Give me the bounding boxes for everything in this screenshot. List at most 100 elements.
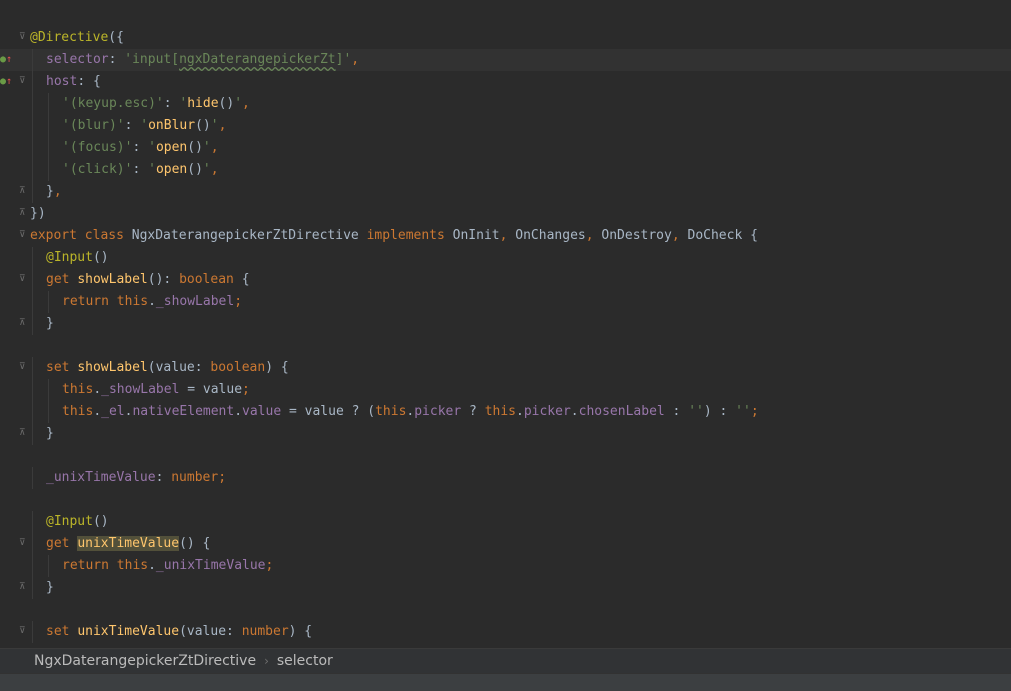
code-line[interactable]: ●↑ ⊽ host: {: [0, 71, 1011, 93]
code-text: @Input(): [46, 511, 109, 533]
code-token: return this: [62, 294, 149, 309]
code-line[interactable]: ⊼},: [0, 181, 1011, 203]
code-line[interactable]: ⊼}: [0, 423, 1011, 445]
fold-collapse-icon[interactable]: ⊽: [19, 363, 27, 372]
indent-guide: [48, 115, 49, 137]
fold-end-icon[interactable]: ⊼: [19, 583, 27, 592]
code-token: ': [148, 140, 156, 155]
code-line[interactable]: return this._unixTimeValue;: [0, 555, 1011, 577]
indent-guide: [32, 401, 33, 423]
code-token: number: [241, 624, 289, 639]
code-line[interactable]: @Input(): [0, 511, 1011, 533]
code-text: '(blur)': 'onBlur()',: [62, 115, 226, 137]
fold-end-icon[interactable]: ⊼: [19, 319, 27, 328]
code-token: :: [124, 118, 141, 133]
indent-guide: [32, 533, 33, 555]
code-line[interactable]: return this._showLabel;: [0, 291, 1011, 313]
code-text: '(keyup.esc)': 'hide()',: [62, 93, 250, 115]
code-token: this: [62, 404, 94, 419]
code-line[interactable]: '(keyup.esc)': 'hide()',: [0, 93, 1011, 115]
code-line[interactable]: [0, 599, 1011, 621]
code-line[interactable]: '(blur)': 'onBlur()',: [0, 115, 1011, 137]
code-token: selector: [46, 52, 109, 67]
code-text: _unixTimeValue: number;: [46, 467, 226, 489]
code-token: :: [132, 162, 149, 177]
indent-guide: [32, 467, 33, 489]
indent-guide: [32, 49, 33, 71]
code-token: export class: [30, 228, 132, 243]
indent-guide: [48, 555, 49, 577]
status-bar: [0, 673, 1011, 691]
implements-marker-icon[interactable]: ●↑: [0, 54, 12, 66]
fold-end-icon[interactable]: ⊼: [19, 429, 27, 438]
implements-marker-icon[interactable]: ●↑: [0, 76, 12, 88]
code-token: ': [140, 118, 149, 133]
code-line[interactable]: ●↑ selector: 'input[ngxDaterangepickerZt]…: [0, 49, 1011, 71]
code-text: }): [30, 203, 46, 225]
code-line[interactable]: ⊼}: [0, 577, 1011, 599]
fold-collapse-icon[interactable]: ⊽: [19, 275, 27, 284]
code-token: ) {: [288, 624, 313, 639]
fold-end-icon[interactable]: ⊼: [19, 209, 27, 218]
code-line[interactable]: ⊽ get unixTimeValue() {: [0, 533, 1011, 555]
code-token: this: [484, 404, 516, 419]
code-token: hide: [187, 96, 219, 111]
code-token: picker: [523, 404, 571, 419]
code-line[interactable]: ⊽ get showLabel(): boolean {: [0, 269, 1011, 291]
fold-collapse-icon[interactable]: ⊽: [19, 627, 27, 636]
code-line[interactable]: ⊼}: [0, 313, 1011, 335]
fold-collapse-icon[interactable]: ⊽: [19, 539, 27, 548]
code-token: ,: [671, 228, 688, 243]
code-token: unixTimeValue: [77, 624, 180, 639]
indent-guide: [32, 379, 33, 401]
code-line-blank[interactable]: [0, 5, 1011, 27]
code-token: (): [187, 140, 203, 155]
code-token: '(focus)': [62, 140, 133, 155]
code-token: showLabel: [77, 272, 148, 287]
breadcrumb-item-selector[interactable]: selector: [277, 649, 333, 674]
indent-guide: [32, 269, 33, 291]
code-line[interactable]: ⊼}): [0, 203, 1011, 225]
indent-guide: [32, 181, 33, 203]
indent-guide: [32, 93, 33, 115]
code-token: :: [108, 52, 125, 67]
fold-collapse-icon[interactable]: ⊽: [19, 33, 27, 42]
code-line[interactable]: [0, 445, 1011, 467]
code-line[interactable]: '(click)': 'open()',: [0, 159, 1011, 181]
breadcrumb-item-class[interactable]: NgxDaterangepickerZtDirective: [34, 649, 256, 674]
code-token: (value:: [147, 360, 211, 375]
code-token: .: [234, 404, 243, 419]
code-line[interactable]: ⊽ set unixTimeValue(value: number) {: [0, 621, 1011, 643]
code-token: ;: [265, 558, 274, 573]
code-text: this._showLabel = value;: [62, 379, 250, 401]
fold-end-icon[interactable]: ⊼: [19, 187, 27, 196]
code-line[interactable]: '(focus)': 'open()',: [0, 137, 1011, 159]
code-editor[interactable]: ⊽ @Directive({●↑ selector: 'input[ngxDater…: [0, 5, 1011, 648]
fold-collapse-icon[interactable]: ⊽: [19, 77, 27, 86]
code-line[interactable]: @Input(): [0, 247, 1011, 269]
code-token: ,: [499, 228, 516, 243]
code-token: = value: [179, 382, 243, 397]
code-text: set showLabel(value: boolean) {: [46, 357, 289, 379]
code-line[interactable]: ⊽ export class NgxDaterangepickerZtDirect…: [0, 225, 1011, 247]
indent-guide: [48, 291, 49, 313]
code-line[interactable]: _unixTimeValue: number;: [0, 467, 1011, 489]
code-text: },: [46, 181, 62, 203]
indent-guide: [32, 423, 33, 445]
fold-collapse-icon[interactable]: ⊽: [19, 231, 27, 240]
code-token: set: [46, 624, 78, 639]
code-line[interactable]: this._el.nativeElement.value = value ? (…: [0, 401, 1011, 423]
indent-guide: [48, 379, 49, 401]
code-token: (value:: [179, 624, 242, 639]
code-line[interactable]: ⊽ set showLabel(value: boolean) {: [0, 357, 1011, 379]
code-line[interactable]: [0, 335, 1011, 357]
code-line[interactable]: ⊽ @Directive({: [0, 27, 1011, 49]
indent-guide: [32, 555, 33, 577]
code-token: ,: [351, 52, 360, 67]
code-line[interactable]: this._showLabel = value;: [0, 379, 1011, 401]
code-line[interactable]: [0, 489, 1011, 511]
code-token: ,: [585, 228, 602, 243]
code-token: ,: [53, 184, 62, 199]
code-token: ': [210, 118, 219, 133]
code-token: }: [46, 580, 54, 595]
